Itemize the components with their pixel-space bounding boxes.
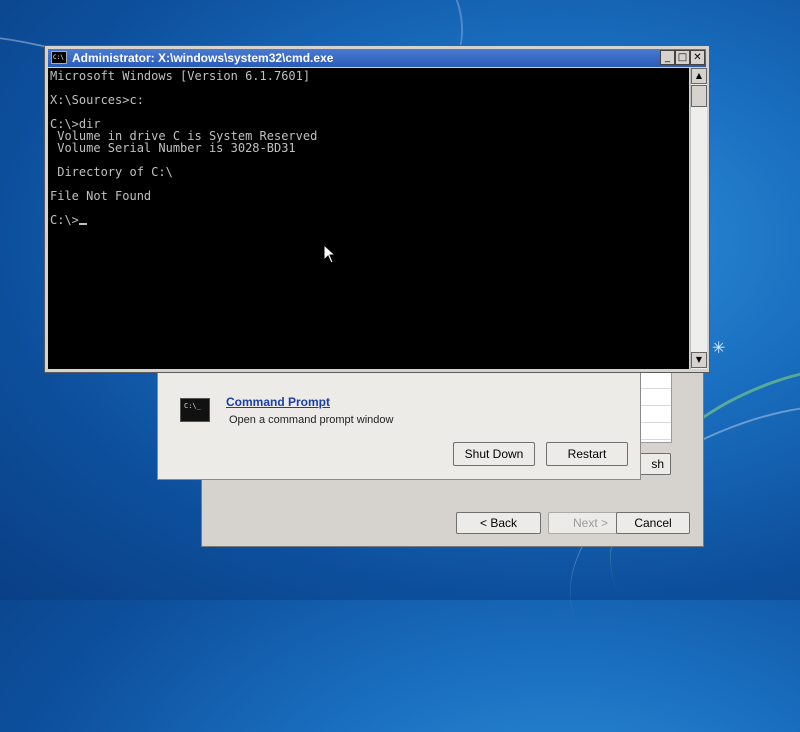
back-button[interactable]: < Back (456, 512, 541, 534)
title-bar[interactable]: C:\ Administrator: X:\windows\system32\c… (48, 49, 706, 67)
minimize-button[interactable]: _ (660, 50, 675, 65)
cmd-window: C:\ Administrator: X:\windows\system32\c… (44, 45, 710, 373)
list-line (640, 406, 671, 423)
text-cursor (78, 223, 87, 225)
scroll-thumb[interactable] (691, 85, 707, 107)
list-line (640, 423, 671, 440)
console-output[interactable]: Microsoft Windows [Version 6.1.7601] X:\S… (48, 68, 689, 369)
mouse-pointer-icon (323, 244, 337, 264)
cmd-icon[interactable]: C:\ (51, 51, 67, 64)
os-list-panel (639, 371, 672, 443)
scroll-up-button[interactable]: ▲ (691, 68, 707, 84)
shut-down-button[interactable]: Shut Down (453, 442, 535, 466)
list-line (640, 389, 671, 406)
vertical-scrollbar[interactable]: ▲ ▼ (690, 68, 707, 369)
recovery-options-dialog: C:\_ Command Prompt Open a command promp… (157, 370, 641, 480)
sparkle-icon: ✳ (712, 338, 726, 357)
command-prompt-icon[interactable]: C:\_ (180, 398, 210, 422)
scroll-down-button[interactable]: ▼ (691, 352, 707, 368)
console-line: X:\Sources>c: (50, 93, 144, 107)
maximize-button[interactable]: □ (675, 50, 690, 65)
console-line: Directory of C:\ (50, 165, 173, 179)
list-line (640, 372, 671, 389)
command-prompt-link[interactable]: Command Prompt (226, 395, 330, 409)
cancel-button[interactable]: Cancel (616, 512, 690, 534)
console-line: File Not Found (50, 189, 152, 203)
console-line: Microsoft Windows [Version 6.1.7601] (50, 69, 311, 83)
console-line: C:\> (50, 214, 689, 226)
console-line: Volume Serial Number is 3028-BD31 (50, 141, 296, 155)
window-title: Administrator: X:\windows\system32\cmd.e… (72, 51, 334, 65)
restart-button[interactable]: Restart (546, 442, 628, 466)
close-button[interactable]: ✕ (690, 50, 705, 65)
command-prompt-description: Open a command prompt window (229, 414, 394, 426)
